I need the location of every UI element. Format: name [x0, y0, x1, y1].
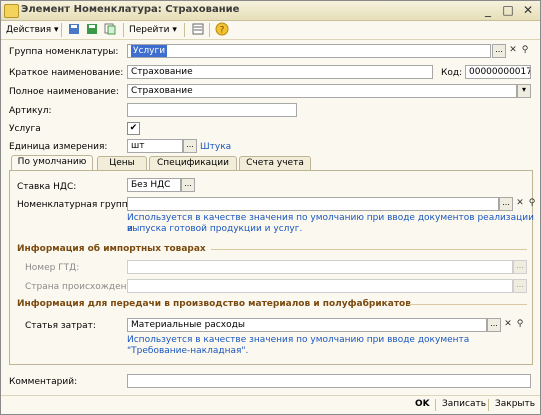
- section-divider: [211, 249, 527, 250]
- cost-item-hint-line1: Используется в качестве значения по умол…: [127, 335, 470, 345]
- gtd-field[interactable]: [127, 260, 513, 274]
- unit-select-button[interactable]: ...: [183, 139, 197, 153]
- full-name-label: Полное наименование:: [9, 87, 119, 97]
- cost-item-label: Статья затрат:: [25, 321, 96, 331]
- tab-prices[interactable]: Цены: [97, 156, 147, 171]
- group-value: Услуги: [131, 45, 168, 57]
- close-icon[interactable]: ✕: [521, 3, 535, 17]
- section-divider: [407, 304, 527, 305]
- unit-field[interactable]: шт: [127, 139, 183, 153]
- group-open-icon[interactable]: ⚲: [519, 45, 531, 57]
- country-label: Страна происхождения:: [25, 282, 141, 292]
- save-button[interactable]: Записать: [442, 399, 486, 409]
- service-label: Услуга: [9, 124, 41, 134]
- actions-label: Действия: [6, 25, 52, 35]
- group-clear-icon[interactable]: ✕: [507, 45, 519, 57]
- article-label: Артикул:: [9, 106, 52, 116]
- cost-item-open-icon[interactable]: ⚲: [514, 319, 526, 331]
- vat-field[interactable]: Без НДС: [127, 178, 181, 192]
- nom-group-open-icon[interactable]: ⚲: [526, 198, 538, 210]
- full-name-dropdown-button[interactable]: ▾: [517, 84, 531, 98]
- nom-group-field[interactable]: [127, 197, 499, 211]
- document-window: Элемент Номенклатура: Страхование _ □ ✕ …: [0, 0, 541, 415]
- group-field[interactable]: Услуги: [127, 44, 491, 58]
- actions-menu[interactable]: Действия ▾: [6, 23, 59, 37]
- save-icon[interactable]: [85, 22, 99, 36]
- comment-label: Комментарий:: [9, 377, 78, 387]
- toolbar-separator: [123, 23, 124, 37]
- nom-group-label: Номенклатурная группа:: [17, 200, 137, 210]
- ok-button[interactable]: OK: [415, 399, 430, 409]
- svg-text:?: ?: [220, 26, 225, 36]
- toolbar: Действия ▾ Перейти ▾ ?: [1, 21, 540, 40]
- nom-group-clear-icon[interactable]: ✕: [514, 198, 526, 210]
- nom-group-hint-line2: выпуска готовой продукции и услуг.: [127, 224, 303, 234]
- cost-item-select-button[interactable]: ...: [487, 318, 501, 332]
- import-section-title: Информация об импортных товарах: [17, 244, 206, 254]
- production-section-title: Информация для передачи в производство м…: [17, 299, 411, 309]
- gtd-select-button[interactable]: ...: [513, 260, 527, 274]
- tab-default[interactable]: По умолчанию: [11, 155, 93, 171]
- group-select-button[interactable]: ...: [492, 44, 506, 58]
- unit-label: Единица измерения:: [9, 142, 108, 152]
- toolbar-separator: [184, 23, 185, 37]
- vat-label: Ставка НДС:: [17, 182, 77, 192]
- tab-specifications[interactable]: Спецификации: [149, 156, 237, 171]
- gtd-label: Номер ГТД:: [25, 263, 80, 273]
- country-select-button[interactable]: ...: [513, 279, 527, 293]
- cost-item-field[interactable]: Материальные расходы: [127, 318, 487, 332]
- unit-link[interactable]: Штука: [200, 142, 231, 152]
- goto-label: Перейти: [129, 25, 170, 35]
- toolbar-separator: [209, 23, 210, 37]
- nom-group-select-button[interactable]: ...: [499, 197, 513, 211]
- footer-separator: [488, 399, 489, 411]
- help-icon[interactable]: ?: [215, 22, 229, 36]
- country-field[interactable]: [127, 279, 513, 293]
- tab-accounts[interactable]: Счета учета: [239, 156, 311, 171]
- comment-field[interactable]: [127, 374, 531, 388]
- goto-menu[interactable]: Перейти ▾: [129, 23, 177, 37]
- copy-icon[interactable]: [103, 22, 117, 36]
- vat-select-button[interactable]: ...: [181, 178, 195, 192]
- catalog-icon: [4, 4, 19, 18]
- save-close-icon[interactable]: [67, 22, 81, 36]
- list-icon[interactable]: [191, 22, 205, 36]
- code-field[interactable]: 00000000017: [465, 65, 531, 79]
- article-field[interactable]: [127, 103, 297, 117]
- minimize-icon[interactable]: _: [481, 3, 495, 17]
- short-name-field[interactable]: Страхование: [127, 65, 433, 79]
- footer-separator: [435, 399, 436, 411]
- group-label: Группа номенклатуры:: [9, 47, 119, 57]
- short-name-label: Краткое наименование:: [9, 68, 124, 78]
- close-button[interactable]: Закрыть: [495, 399, 535, 409]
- maximize-icon[interactable]: □: [501, 3, 515, 17]
- full-name-field[interactable]: Страхование: [127, 84, 517, 98]
- title-bar: Элемент Номенклатура: Страхование _ □ ✕: [1, 1, 540, 21]
- cost-item-hint-line2: "Требование-накладная".: [127, 346, 249, 356]
- service-checkbox[interactable]: ✔: [127, 122, 140, 135]
- window-title: Элемент Номенклатура: Страхование: [21, 4, 240, 15]
- toolbar-separator: [61, 23, 62, 37]
- cost-item-clear-icon[interactable]: ✕: [502, 319, 514, 331]
- button-bar: OK Записать Закрыть: [1, 395, 540, 415]
- code-label: Код:: [441, 68, 463, 78]
